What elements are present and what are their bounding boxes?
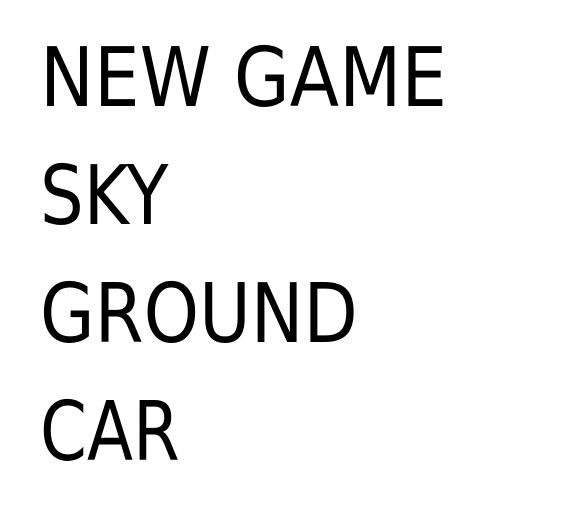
menu-item-sky[interactable]: SKY	[40, 156, 169, 238]
main-menu: NEW GAME SKY GROUND CAR	[0, 0, 583, 516]
menu-item-new-game[interactable]: NEW GAME	[40, 38, 447, 120]
menu-item-ground[interactable]: GROUND	[40, 274, 358, 356]
menu-item-car[interactable]: CAR	[40, 392, 180, 474]
